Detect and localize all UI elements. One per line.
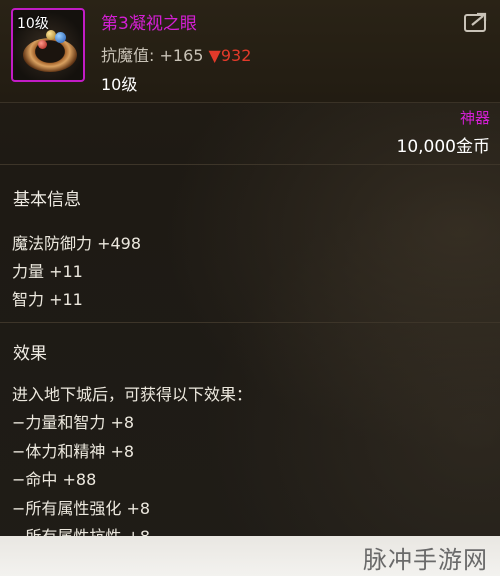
resist-label: 抗魔值: +165 <box>101 46 204 65</box>
watermark: 脉冲手游网 <box>363 546 488 574</box>
stat-magic-defense: 魔法防御力 +498 <box>12 234 142 253</box>
gem-blue-icon <box>55 32 66 43</box>
basic-info-title: 基本信息 <box>13 190 81 210</box>
share-icon <box>464 12 487 32</box>
stat-intelligence: 智力 +11 <box>12 290 83 309</box>
item-header: 10级 第3凝视之眼 抗魔值: +165 ▼932 10级 <box>0 0 500 102</box>
effect-line: −体力和精神 +8 <box>12 442 135 461</box>
section-divider <box>0 164 500 165</box>
effect-line: −命中 +88 <box>12 470 97 489</box>
section-divider <box>0 322 500 323</box>
ring-icon <box>23 38 77 72</box>
stat-strength: 力量 +11 <box>12 262 83 281</box>
effect-line: −力量和智力 +8 <box>12 413 135 432</box>
item-level-badge: 10级 <box>17 16 49 32</box>
effect-line: −所有属性强化 +8 <box>12 499 151 518</box>
item-rarity: 神器 <box>459 109 490 127</box>
resist-value: 抗魔值: +165 ▼932 <box>101 42 251 66</box>
effects-title: 效果 <box>13 344 47 364</box>
item-price: 10,000金币 <box>396 137 490 157</box>
gem-red-icon <box>38 40 47 49</box>
item-name: 第3凝视之眼 <box>101 14 197 34</box>
item-icon-frame[interactable]: 10级 <box>11 8 85 82</box>
share-button[interactable] <box>463 11 489 33</box>
effects-intro: 进入地下城后，可获得以下效果： <box>12 385 253 404</box>
resist-change: ▼932 <box>208 46 252 65</box>
item-tooltip-panel: 10级 第3凝视之眼 抗魔值: +165 ▼932 10级 神器 10,000金… <box>0 0 500 576</box>
header-divider <box>0 102 500 103</box>
item-level: 10级 <box>101 75 138 94</box>
